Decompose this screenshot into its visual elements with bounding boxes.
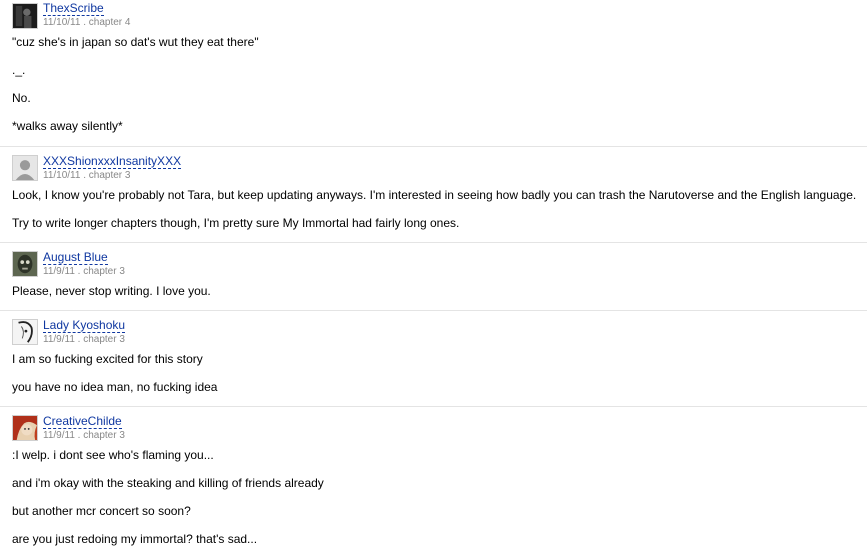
- review-date-chapter: 11/10/11 . chapter 4: [43, 17, 131, 28]
- review-date-chapter: 11/10/11 . chapter 3: [43, 170, 131, 181]
- reviewer-name-link[interactable]: ThexScribe: [43, 2, 104, 16]
- reviewer-name-link[interactable]: August Blue: [43, 251, 108, 265]
- default-user-avatar[interactable]: [12, 155, 38, 181]
- review-text: :I welp. i dont see who's flaming you...: [12, 448, 214, 462]
- review-item: CreativeChilde 11/9/11 . chapter 3 :I we…: [0, 406, 867, 546]
- sketch-portrait-avatar[interactable]: [12, 319, 38, 345]
- review-text: I am so fucking excited for this story: [12, 352, 203, 366]
- red-hair-avatar[interactable]: [12, 415, 38, 441]
- review-item: XXXShionxxxInsanityXXX 11/10/11 . chapte…: [0, 146, 867, 230]
- review-text: Please, never stop writing. I love you.: [12, 284, 211, 298]
- reviewer-name-link[interactable]: Lady Kyoshoku: [43, 319, 126, 333]
- mask-face-avatar[interactable]: [12, 251, 38, 277]
- review-text: but another mcr concert so soon?: [12, 504, 191, 518]
- review-text: No.: [12, 91, 31, 105]
- review-text: "cuz she's in japan so dat's wut they ea…: [12, 35, 259, 49]
- review-text: *walks away silently*: [12, 119, 123, 133]
- review-text: you have no idea man, no fucking idea: [12, 380, 218, 394]
- review-item: August Blue 11/9/11 . chapter 3 Please, …: [0, 242, 867, 298]
- reviewer-name-link[interactable]: XXXShionxxxInsanityXXX: [43, 155, 182, 169]
- review-text: are you just redoing my immortal? that's…: [12, 532, 258, 546]
- review-date-chapter: 11/9/11 . chapter 3: [43, 266, 125, 277]
- review-text: Look, I know you're probably not Tara, b…: [12, 188, 857, 202]
- review-text: Try to write longer chapters though, I'm…: [12, 216, 460, 230]
- review-date-chapter: 11/9/11 . chapter 3: [43, 334, 125, 345]
- reviewer-name-link[interactable]: CreativeChilde: [43, 415, 122, 429]
- dark-figure-avatar[interactable]: [12, 3, 38, 29]
- review-date-chapter: 11/9/11 . chapter 3: [43, 430, 125, 441]
- review-item: Lady Kyoshoku 11/9/11 . chapter 3 I am s…: [0, 310, 867, 394]
- review-text: ._.: [12, 63, 26, 77]
- review-text: and i'm okay with the steaking and killi…: [12, 476, 324, 490]
